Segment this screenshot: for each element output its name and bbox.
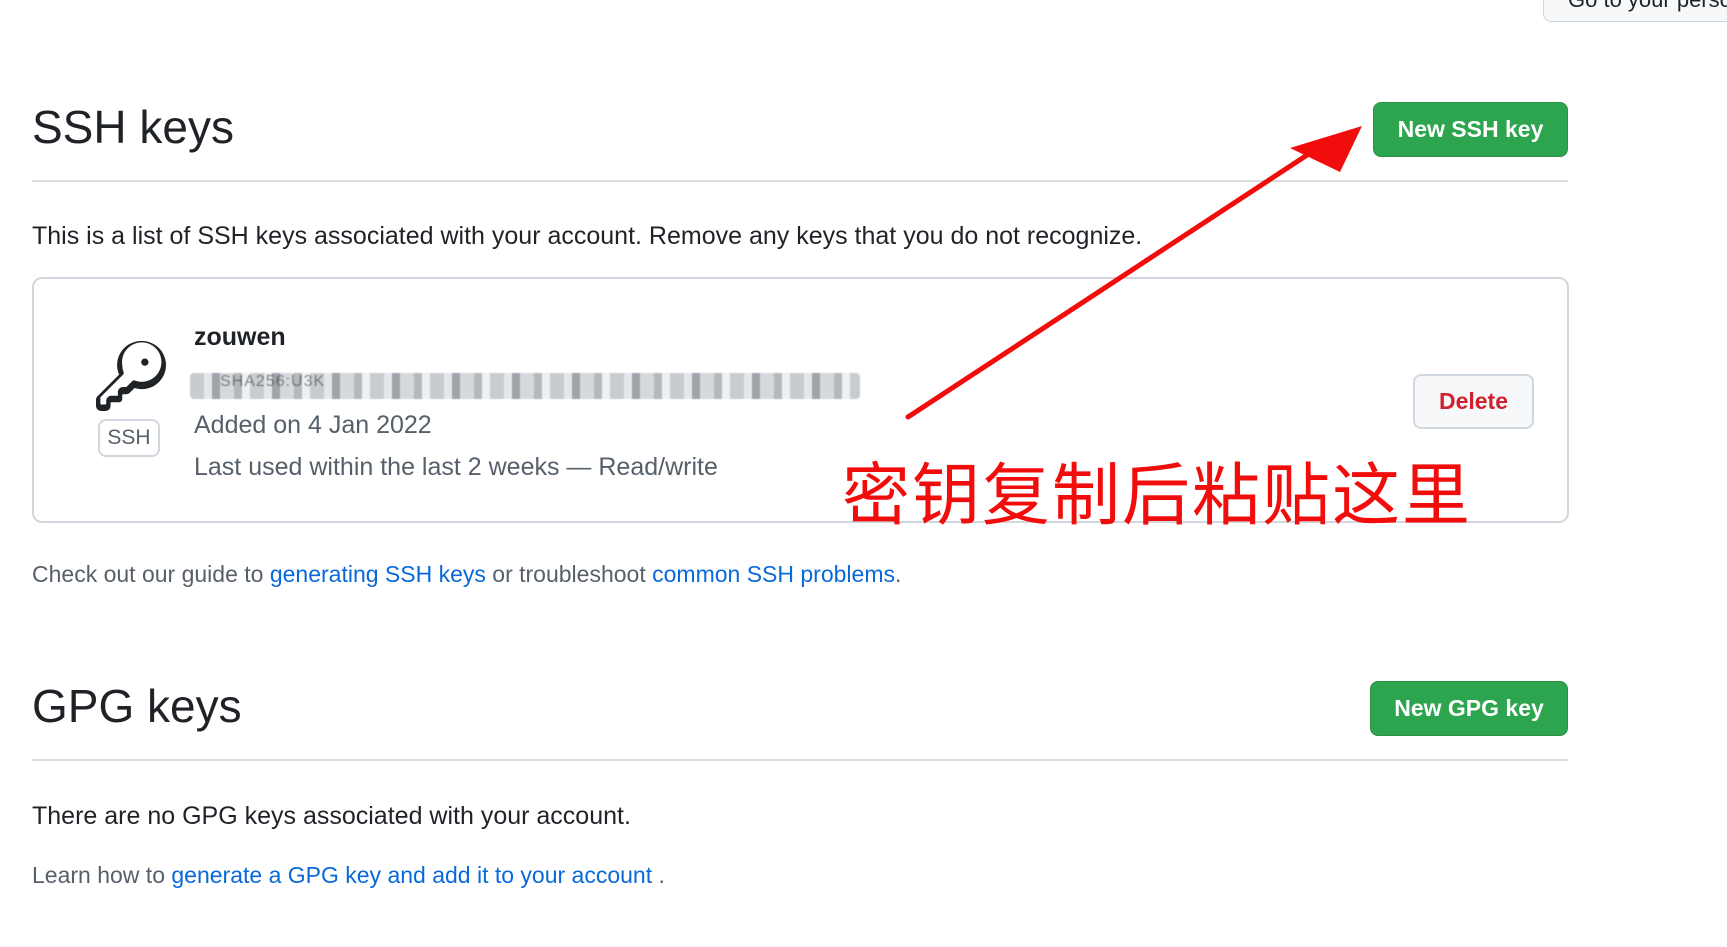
key-icon: [96, 341, 166, 411]
delete-key-button[interactable]: Delete: [1413, 374, 1534, 429]
new-gpg-key-button[interactable]: New GPG key: [1370, 681, 1568, 736]
annotation-arrow-head: [1290, 126, 1362, 172]
key-added-date: Added on 4 Jan 2022: [194, 411, 432, 439]
ssh-guide-text: Check out our guide to generating SSH ke…: [32, 561, 901, 588]
gpg-empty-text: There are no GPG keys associated with yo…: [32, 802, 631, 830]
key-title: zouwen: [194, 323, 286, 351]
gpg-divider: [32, 759, 1568, 761]
ssh-badge: SSH: [98, 419, 160, 457]
ssh-divider: [32, 180, 1568, 182]
annotation-text: 密钥复制后粘贴这里: [842, 457, 1473, 536]
ssh-keys-title: SSH keys: [32, 101, 234, 153]
key-fingerprint-redacted: SHA256:U3K: [190, 373, 860, 399]
gpg-keys-title: GPG keys: [32, 680, 242, 732]
fingerprint-text: SHA256:U3K: [220, 373, 326, 390]
key-last-used: Last used within the last 2 weeks — Read…: [194, 453, 718, 481]
profile-button[interactable]: Go to your personal profile: [1543, 0, 1727, 22]
learn-prefix: Learn how to: [32, 862, 172, 888]
new-ssh-key-button[interactable]: New SSH key: [1373, 102, 1568, 157]
ssh-description: This is a list of SSH keys associated wi…: [32, 222, 1143, 250]
guide-suffix: .: [894, 561, 902, 587]
learn-suffix: .: [652, 862, 665, 888]
generate-gpg-key-link[interactable]: generate a GPG key and add it to your ac…: [171, 862, 652, 888]
guide-middle: or troubleshoot: [485, 561, 653, 587]
generating-ssh-keys-link[interactable]: generating SSH keys: [270, 561, 486, 587]
guide-prefix: Check out our guide to: [32, 561, 270, 587]
common-ssh-problems-link[interactable]: common SSH problems: [652, 561, 895, 587]
gpg-learn-text: Learn how to generate a GPG key and add …: [32, 862, 665, 889]
